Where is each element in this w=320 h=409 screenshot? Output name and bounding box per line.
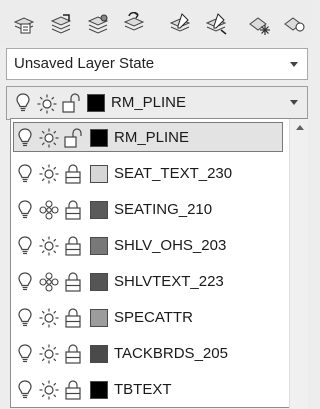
lightbulb-on-icon[interactable] <box>18 200 32 220</box>
lightbulb-on-icon <box>16 93 30 112</box>
layer-name: TACKBRDS_205 <box>114 345 228 362</box>
layer-properties-icon <box>13 17 35 34</box>
layer-row[interactable]: SEAT_TEXT_230 <box>11 156 289 192</box>
lightbulb-on-icon[interactable] <box>18 128 32 148</box>
layer-color-swatch[interactable] <box>90 165 108 183</box>
layer-color-swatch <box>87 94 105 112</box>
layer-properties-button[interactable] <box>8 8 39 38</box>
layer-name: SEAT_TEXT_230 <box>114 165 233 182</box>
lightbulb-on-icon[interactable] <box>18 236 32 256</box>
unlocked-padlock-icon <box>62 93 80 113</box>
layer-color-swatch[interactable] <box>90 129 108 147</box>
snowflake-frozen-icon[interactable] <box>39 272 59 292</box>
sun-thawed-icon[interactable] <box>39 236 59 256</box>
layer-name: SHLVTEXT_223 <box>114 273 224 290</box>
snowflake-frozen-icon[interactable] <box>39 200 59 220</box>
sun-thawed-icon[interactable] <box>39 380 59 400</box>
sun-thawed-icon[interactable] <box>39 164 59 184</box>
locked-padlock-icon[interactable] <box>64 164 84 184</box>
layer-name: RM_PLINE <box>114 129 190 146</box>
sun-thawed-icon[interactable] <box>39 128 59 148</box>
layer-row[interactable]: SEATING_210 <box>11 192 289 228</box>
layer-state-dropdown[interactable]: Unsaved Layer State <box>6 48 308 80</box>
scroll-up-icon[interactable] <box>296 125 304 130</box>
layer-state-icon <box>87 14 109 34</box>
layer-row[interactable]: TBTEXT <box>11 372 289 408</box>
layer-unisolate-icon <box>205 13 227 35</box>
set-current-layer-button[interactable] <box>45 8 76 38</box>
layer-unisolate-button[interactable] <box>200 8 231 38</box>
layer-previous-icon <box>123 12 145 31</box>
sun-thawed-icon <box>37 94 57 114</box>
layer-freeze-button[interactable] <box>244 8 275 38</box>
layer-freeze-icon <box>249 17 270 35</box>
locked-padlock-icon[interactable] <box>64 272 84 292</box>
lightbulb-on-icon[interactable] <box>18 164 32 184</box>
layer-row[interactable]: RM_PLINE <box>11 120 289 156</box>
lightbulb-on-icon[interactable] <box>18 344 32 364</box>
layer-name: SHLV_OHS_203 <box>114 237 227 254</box>
layer-state-button[interactable] <box>82 8 113 38</box>
locked-padlock-icon[interactable] <box>64 308 84 328</box>
layers-toolbar <box>0 0 311 46</box>
layer-row[interactable]: SPECATTR <box>11 300 289 336</box>
lightbulb-on-icon[interactable] <box>18 380 32 400</box>
layer-off-button[interactable] <box>279 8 310 38</box>
unlocked-padlock-icon[interactable] <box>64 128 84 148</box>
layer-previous-button[interactable] <box>118 8 149 38</box>
layer-name: SEATING_210 <box>114 201 213 218</box>
dropdown-scrollbar[interactable] <box>289 119 308 409</box>
layer-isolate-icon <box>169 13 191 32</box>
layer-row[interactable]: TACKBRDS_205 <box>11 336 289 372</box>
layer-name: TBTEXT <box>114 381 172 398</box>
layer-color-swatch[interactable] <box>90 201 108 219</box>
lightbulb-on-icon[interactable] <box>18 272 32 292</box>
layer-name: SPECATTR <box>114 309 193 326</box>
locked-padlock-icon[interactable] <box>64 380 84 400</box>
layer-color-swatch[interactable] <box>90 381 108 399</box>
chevron-down-icon <box>290 62 298 67</box>
sun-thawed-icon[interactable] <box>39 344 59 364</box>
layer-row[interactable]: SHLVTEXT_223 <box>11 264 289 300</box>
locked-padlock-icon[interactable] <box>64 344 84 364</box>
layer-color-swatch[interactable] <box>90 273 108 291</box>
layer-row[interactable]: SHLV_OHS_203 <box>11 228 289 264</box>
lightbulb-on-icon[interactable] <box>18 308 32 328</box>
layer-isolate-button[interactable] <box>164 8 195 38</box>
sun-thawed-icon[interactable] <box>39 308 59 328</box>
layer-color-swatch[interactable] <box>90 309 108 327</box>
chevron-down-icon <box>290 100 298 105</box>
current-layer-dropdown[interactable]: RM_PLINE <box>6 86 308 120</box>
locked-padlock-icon[interactable] <box>64 200 84 220</box>
locked-padlock-icon[interactable] <box>64 236 84 256</box>
layer-color-swatch[interactable] <box>90 237 108 255</box>
layer-color-swatch[interactable] <box>90 345 108 363</box>
current-layer-name: RM_PLINE <box>111 94 187 111</box>
layer-dropdown-list: RM_PLINE SEAT_TEXT_230 SEATING_210 SHLV_OHS… <box>10 118 308 409</box>
set-current-layer-icon <box>50 14 72 34</box>
layer-state-value: Unsaved Layer State <box>14 55 155 72</box>
layer-off-icon <box>284 17 305 32</box>
